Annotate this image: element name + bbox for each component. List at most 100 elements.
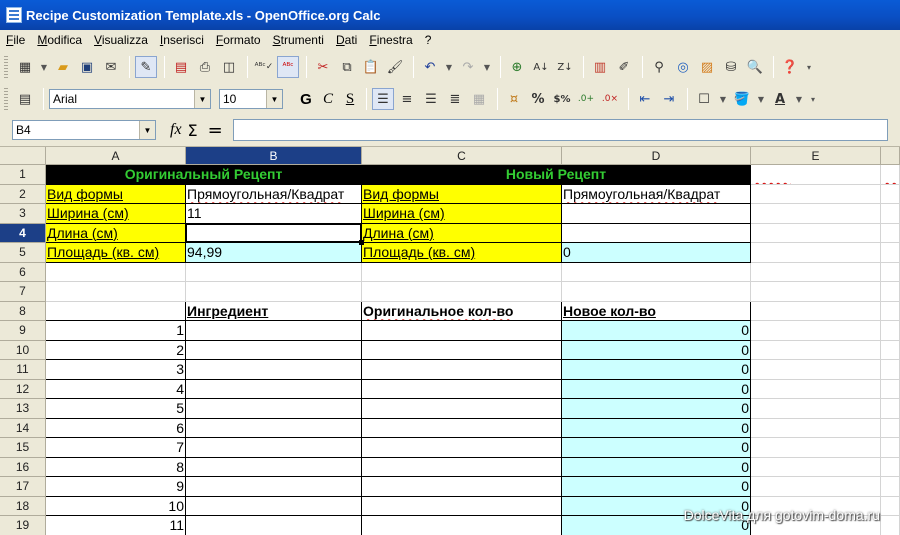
cell-e5[interactable] — [751, 243, 881, 263]
menu-modifica[interactable]: Modifica — [37, 33, 82, 47]
cell-d6[interactable] — [562, 262, 751, 282]
borders-icon[interactable]: ☐ — [693, 88, 715, 110]
cell-f2[interactable] — [881, 184, 900, 204]
row-header-2[interactable]: 2 — [0, 184, 46, 204]
original-qty-cell[interactable] — [362, 321, 562, 341]
new-qty-cell[interactable]: 0 — [562, 438, 751, 458]
export-pdf-icon[interactable]: ▤ — [170, 56, 192, 78]
spellcheck-icon[interactable]: ᴬᴮᶜ✓ — [253, 56, 275, 78]
font-size-select[interactable]: 10 ▼ — [219, 89, 283, 109]
chevron-down-icon[interactable]: ▼ — [266, 90, 282, 108]
cell-a7[interactable] — [46, 282, 186, 302]
fill-handle[interactable] — [359, 240, 364, 245]
new-area-label[interactable]: Площадь (кв. см) — [362, 243, 562, 263]
new-recipe-header[interactable]: Новый Рецепт — [362, 165, 751, 185]
cell-e2[interactable] — [751, 184, 881, 204]
new-qty-cell[interactable]: 0 — [562, 360, 751, 380]
decrease-indent-icon[interactable]: ⇤ — [634, 88, 656, 110]
cell-f6[interactable] — [881, 262, 900, 282]
toolbar-options-icon[interactable]: ▾ — [807, 88, 819, 110]
select-all-corner[interactable] — [0, 147, 46, 165]
row-header-18[interactable]: 18 — [0, 496, 46, 516]
hyperlink-icon[interactable]: ⊕ — [506, 56, 528, 78]
cell-a8[interactable] — [46, 301, 186, 321]
area-original-value[interactable]: 94,99 — [186, 243, 362, 263]
new-qty-cell[interactable]: 0 — [562, 399, 751, 419]
item-number[interactable]: 6 — [46, 418, 186, 438]
find-replace-icon[interactable]: ⚲ — [648, 56, 670, 78]
cut-icon[interactable]: ✂ — [312, 56, 334, 78]
original-qty-cell[interactable] — [362, 457, 562, 477]
spreadsheet-grid[interactable]: A B C D E 1 2 3 4 5 6 7 8 9 10 11 12 13 14 15 16 17 18 19 … — [0, 147, 900, 535]
row-header-14[interactable]: 14 — [0, 418, 46, 438]
font-color-dropdown-icon[interactable]: ▼ — [793, 88, 805, 110]
width-label[interactable]: Ширина (см) — [46, 204, 186, 224]
new-width-value[interactable] — [562, 204, 751, 224]
cell-e16[interactable] — [751, 457, 881, 477]
undo-dropdown-icon[interactable]: ▼ — [443, 56, 455, 78]
ingredient-header[interactable]: Ингредиент — [186, 301, 362, 321]
add-decimal-icon[interactable]: .0+ — [575, 88, 597, 110]
cell-e4[interactable] — [751, 223, 881, 243]
column-header-c[interactable]: C — [362, 147, 562, 165]
menu-finestra[interactable]: Finestra — [369, 33, 412, 47]
length-label[interactable]: Длина (см) — [46, 223, 186, 243]
merge-cells-icon[interactable]: ▦ — [468, 88, 490, 110]
cell-e8[interactable] — [751, 301, 881, 321]
function-wizard-icon[interactable]: fx — [170, 121, 182, 139]
row-header-5[interactable]: 5 — [0, 243, 46, 263]
cell-c7[interactable] — [362, 282, 562, 302]
row-header-9[interactable]: 9 — [0, 321, 46, 341]
column-header-f[interactable] — [881, 147, 900, 165]
cell-f13[interactable] — [881, 399, 900, 419]
ingredient-cell[interactable] — [186, 477, 362, 497]
chevron-down-icon[interactable]: ▼ — [194, 90, 210, 108]
justify-icon[interactable]: ≣ — [444, 88, 466, 110]
original-qty-header[interactable]: Оригинальное кол-во — [362, 301, 562, 321]
borders-dropdown-icon[interactable]: ▼ — [717, 88, 729, 110]
autospellcheck-icon[interactable]: ᴬᴮᶜ — [277, 56, 299, 78]
paste-icon[interactable]: 📋 — [360, 56, 382, 78]
cell-e1-note[interactable] — [751, 165, 881, 185]
row-header-3[interactable]: 3 — [0, 204, 46, 224]
toolbar-grip[interactable] — [4, 56, 8, 78]
original-qty-cell[interactable] — [362, 477, 562, 497]
new-length-value[interactable] — [562, 223, 751, 243]
row-header-4[interactable]: 4 — [0, 223, 46, 243]
menu-strumenti[interactable]: Strumenti — [273, 33, 324, 47]
cell-f14[interactable] — [881, 418, 900, 438]
new-length-label[interactable]: Длина (см) — [362, 223, 562, 243]
cell-f11[interactable] — [881, 360, 900, 380]
row-header-16[interactable]: 16 — [0, 457, 46, 477]
email-icon[interactable]: ✉ — [100, 56, 122, 78]
column-header-d[interactable]: D — [562, 147, 751, 165]
new-qty-cell[interactable]: 0 — [562, 340, 751, 360]
new-document-icon[interactable]: ▦ — [14, 56, 36, 78]
item-number[interactable]: 2 — [46, 340, 186, 360]
navigator-icon[interactable]: ◎ — [672, 56, 694, 78]
redo-dropdown-icon[interactable]: ▼ — [481, 56, 493, 78]
styles-formatting-icon[interactable]: ▤ — [14, 88, 36, 110]
ingredient-cell[interactable] — [186, 399, 362, 419]
original-qty-cell[interactable] — [362, 399, 562, 419]
cell-f10[interactable] — [881, 340, 900, 360]
cell-e15[interactable] — [751, 438, 881, 458]
cell-e14[interactable] — [751, 418, 881, 438]
row-header-19[interactable]: 19 — [0, 516, 46, 535]
font-name-select[interactable]: Arial ▼ — [49, 89, 211, 109]
print-preview-icon[interactable]: ◫ — [218, 56, 240, 78]
original-qty-cell[interactable] — [362, 418, 562, 438]
column-header-e[interactable]: E — [751, 147, 881, 165]
menu-help[interactable]: ? — [425, 33, 432, 47]
cell-e3[interactable] — [751, 204, 881, 224]
formula-input[interactable] — [232, 119, 888, 141]
open-folder-icon[interactable]: ▰ — [52, 56, 74, 78]
cell-e6[interactable] — [751, 262, 881, 282]
ingredient-cell[interactable] — [186, 379, 362, 399]
original-qty-cell[interactable] — [362, 360, 562, 380]
ingredient-cell[interactable] — [186, 360, 362, 380]
chevron-down-icon[interactable]: ▼ — [139, 121, 155, 139]
cell-c6[interactable] — [362, 262, 562, 282]
redo-icon[interactable]: ↷ — [457, 56, 479, 78]
new-qty-cell[interactable]: 0 — [562, 457, 751, 477]
